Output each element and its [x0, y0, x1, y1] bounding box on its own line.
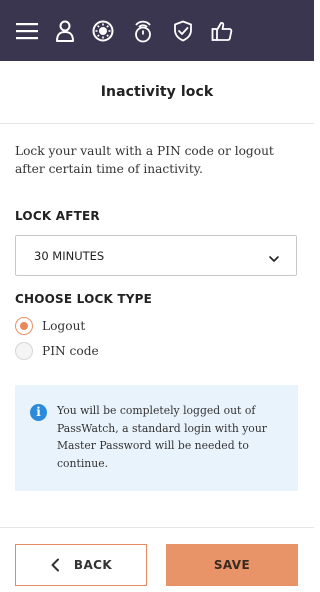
- thumbs-up-icon[interactable]: [207, 16, 237, 46]
- vault-dial-icon[interactable]: [88, 16, 118, 46]
- chevron-down-icon: [268, 250, 280, 262]
- save-button-label: SAVE: [213, 558, 251, 572]
- radio-label-logout: Logout: [42, 319, 86, 333]
- radio-label-pin-code: PIN code: [42, 344, 99, 358]
- user-icon[interactable]: [50, 16, 80, 46]
- footer-divider: [0, 527, 314, 528]
- shield-check-icon[interactable]: [168, 16, 198, 46]
- app-window: Inactivity lock Lock your vault with a P…: [0, 0, 314, 592]
- description-text: Lock your vault with a PIN code or logou…: [15, 144, 274, 176]
- menu-icon[interactable]: [12, 16, 42, 46]
- timer-lock-icon[interactable]: [128, 16, 158, 46]
- page-title: Inactivity lock: [100, 84, 214, 100]
- back-button-label: BACK: [73, 558, 113, 572]
- radio-button-pin-code[interactable]: [15, 342, 33, 360]
- info-icon: i: [30, 404, 47, 421]
- radio-option-pin-code[interactable]: PIN code: [15, 340, 99, 362]
- radio-option-logout[interactable]: Logout: [15, 315, 85, 337]
- lock-after-label: LOCK AFTER: [15, 209, 100, 223]
- lock-after-value: 30 MINUTES: [34, 249, 105, 263]
- lock-type-label: CHOOSE LOCK TYPE: [15, 292, 153, 306]
- save-button[interactable]: SAVE: [166, 544, 298, 586]
- info-text: You will be completely logged out of Pas…: [57, 404, 267, 470]
- top-nav-bar: [0, 0, 314, 61]
- info-box: i You will be completely logged out of P…: [15, 385, 298, 491]
- chevron-left-icon: [51, 558, 59, 572]
- title-bar: Inactivity lock: [0, 61, 314, 124]
- radio-button-logout[interactable]: [15, 317, 33, 335]
- lock-after-select[interactable]: 30 MINUTES: [15, 235, 297, 276]
- back-button[interactable]: BACK: [15, 544, 147, 586]
